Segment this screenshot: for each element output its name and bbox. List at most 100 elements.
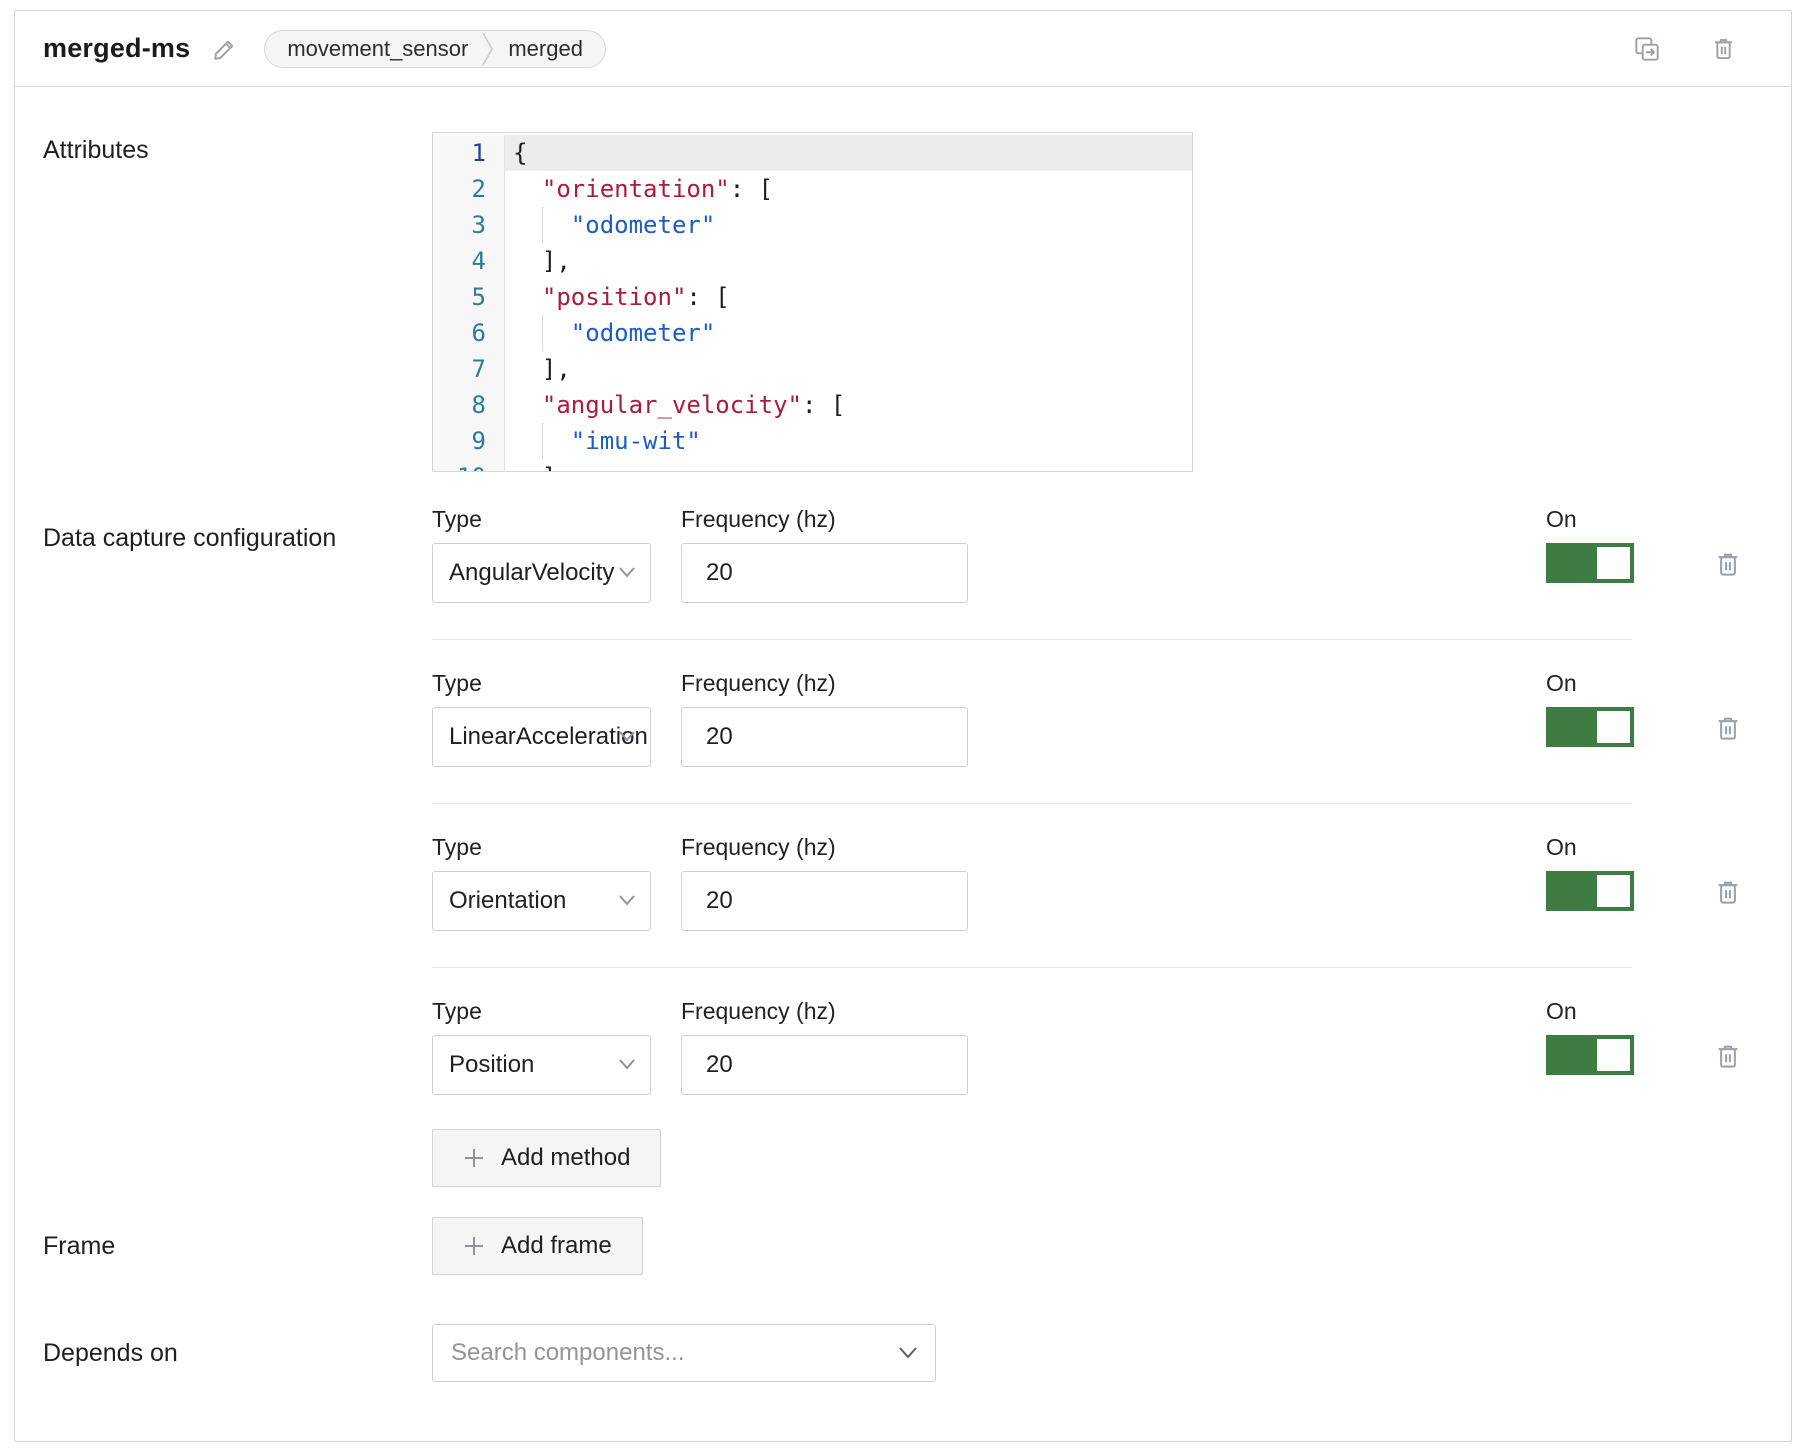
code-line: 9 "imu-wit" xyxy=(433,423,1192,459)
depends-on-select[interactable] xyxy=(432,1324,936,1382)
data-capture-row: Type AngularVelocity Frequency (hz) On xyxy=(432,506,1743,603)
attributes-code-editor[interactable]: 1 { 2 "orientation": [ 3 "odometer" 4 ],… xyxy=(432,132,1193,472)
toggle-knob xyxy=(1597,875,1630,907)
on-label: On xyxy=(1546,670,1634,697)
type-select[interactable]: Orientation xyxy=(432,871,651,931)
breadcrumb-divider-icon xyxy=(482,32,494,66)
type-label: Type xyxy=(432,670,651,697)
frequency-label: Frequency (hz) xyxy=(681,834,968,861)
attributes-label: Attributes xyxy=(43,132,432,168)
add-method-label: Add method xyxy=(501,1144,630,1172)
chevron-down-icon xyxy=(898,1346,918,1360)
type-select[interactable]: Position xyxy=(432,1035,651,1095)
delete-method-button[interactable] xyxy=(1713,1041,1743,1071)
on-label: On xyxy=(1546,506,1634,533)
chevron-down-icon xyxy=(618,566,636,578)
line-number: 2 xyxy=(433,171,505,207)
line-number: 1 xyxy=(433,135,505,171)
type-select-value: Orientation xyxy=(449,887,566,915)
code-line-content: ], xyxy=(505,243,1192,279)
duplicate-button[interactable] xyxy=(1632,34,1662,64)
on-label: On xyxy=(1546,834,1634,861)
row-separator xyxy=(432,967,1632,968)
line-number: 5 xyxy=(433,279,505,315)
code-line: 7 ], xyxy=(433,351,1192,387)
frequency-input[interactable] xyxy=(681,871,968,931)
type-select-value: Position xyxy=(449,1051,534,1079)
frequency-label: Frequency (hz) xyxy=(681,506,968,533)
on-label: On xyxy=(1546,998,1634,1025)
code-line-content: ] xyxy=(505,459,1192,472)
row-separator xyxy=(432,639,1632,640)
type-select[interactable]: AngularVelocity xyxy=(432,543,651,603)
add-frame-label: Add frame xyxy=(501,1232,612,1260)
indent-guide xyxy=(542,315,543,351)
code-line: 8 "angular_velocity": [ xyxy=(433,387,1192,423)
frequency-input[interactable] xyxy=(681,1035,968,1095)
plus-icon xyxy=(463,1235,485,1257)
frequency-label: Frequency (hz) xyxy=(681,670,968,697)
toggle-knob xyxy=(1597,711,1630,743)
component-title: merged-ms xyxy=(43,33,190,64)
delete-method-button[interactable] xyxy=(1713,877,1743,907)
frequency-input[interactable] xyxy=(681,707,968,767)
add-frame-button[interactable]: Add frame xyxy=(432,1217,643,1275)
frame-label: Frame xyxy=(43,1228,432,1264)
chevron-down-icon xyxy=(618,730,636,742)
frequency-input[interactable] xyxy=(681,543,968,603)
trash-icon xyxy=(1713,713,1743,743)
trash-icon xyxy=(1713,877,1743,907)
data-capture-section: Data capture configuration Type AngularV… xyxy=(15,506,1791,1187)
code-line-content: "orientation": [ xyxy=(505,171,1192,207)
code-line-content: "imu-wit" xyxy=(505,423,1192,459)
line-number: 9 xyxy=(433,423,505,459)
capture-toggle[interactable] xyxy=(1546,543,1634,583)
search-components-input[interactable] xyxy=(432,1324,936,1382)
code-line: 5 "position": [ xyxy=(433,279,1192,315)
code-line: 1 { xyxy=(433,135,1192,171)
line-number: 10 xyxy=(433,459,505,472)
delete-component-button[interactable] xyxy=(1710,35,1737,62)
frequency-label: Frequency (hz) xyxy=(681,998,968,1025)
depends-on-label: Depends on xyxy=(43,1335,432,1371)
trash-icon xyxy=(1710,35,1737,62)
duplicate-icon xyxy=(1632,34,1662,64)
attributes-section: Attributes 1 { 2 "orientation": [ 3 "odo… xyxy=(15,132,1791,472)
breadcrumb-variant: merged xyxy=(508,36,583,62)
trash-icon xyxy=(1713,1041,1743,1071)
code-line-content: { xyxy=(505,135,1192,171)
plus-icon xyxy=(463,1147,485,1169)
code-line-content: "angular_velocity": [ xyxy=(505,387,1192,423)
code-line-content: ], xyxy=(505,351,1192,387)
code-line: 2 "orientation": [ xyxy=(433,171,1192,207)
indent-guide xyxy=(542,207,543,243)
code-line: 4 ], xyxy=(433,243,1192,279)
toggle-knob xyxy=(1597,547,1630,579)
type-label: Type xyxy=(432,834,651,861)
data-capture-row: Type Position Frequency (hz) On xyxy=(432,998,1743,1095)
chevron-down-icon xyxy=(618,894,636,906)
breadcrumb-model: movement_sensor xyxy=(287,36,468,62)
type-label: Type xyxy=(432,506,651,533)
component-card: merged-ms movement_sensor merged xyxy=(14,10,1792,1442)
type-label: Type xyxy=(432,998,651,1025)
code-line-content: "odometer" xyxy=(505,315,1192,351)
row-separator xyxy=(432,803,1632,804)
rename-button[interactable] xyxy=(212,36,238,62)
capture-toggle[interactable] xyxy=(1546,707,1634,747)
capture-toggle[interactable] xyxy=(1546,1035,1634,1075)
component-header: merged-ms movement_sensor merged xyxy=(15,11,1791,87)
trash-icon xyxy=(1713,549,1743,579)
type-select[interactable]: LinearAcceleration xyxy=(432,707,651,767)
breadcrumb: movement_sensor merged xyxy=(264,30,606,68)
line-number: 8 xyxy=(433,387,505,423)
code-line-content: "position": [ xyxy=(505,279,1192,315)
chevron-down-icon xyxy=(618,1058,636,1070)
data-capture-row: Type Orientation Frequency (hz) On xyxy=(432,834,1743,931)
line-number: 7 xyxy=(433,351,505,387)
delete-method-button[interactable] xyxy=(1713,713,1743,743)
capture-toggle[interactable] xyxy=(1546,871,1634,911)
delete-method-button[interactable] xyxy=(1713,549,1743,579)
add-method-button[interactable]: Add method xyxy=(432,1129,661,1187)
line-number: 6 xyxy=(433,315,505,351)
